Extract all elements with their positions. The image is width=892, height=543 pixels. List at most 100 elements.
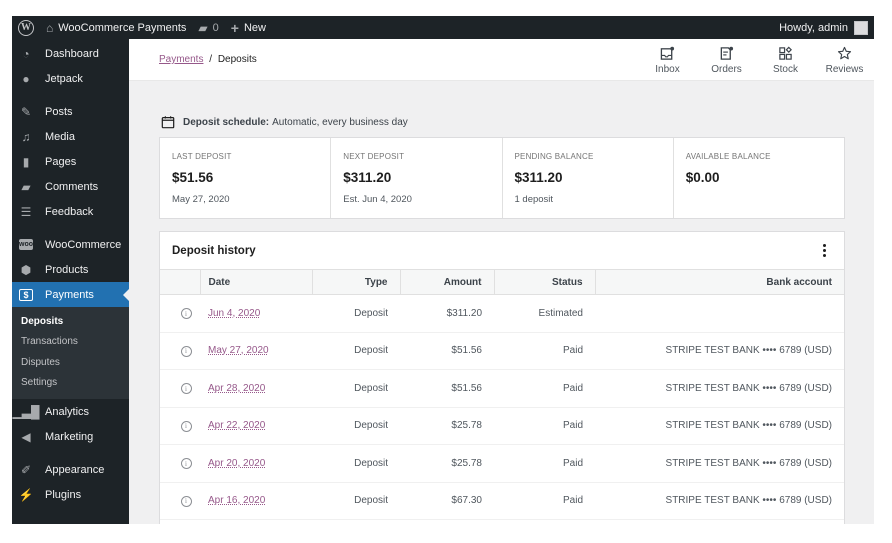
info-icon[interactable]: i [180, 420, 192, 432]
status-cell: Paid [494, 332, 595, 370]
deposit-date-link[interactable]: Apr 20, 2020 [208, 458, 265, 469]
comments-link[interactable]: ▰ 0 [192, 16, 224, 39]
bank-account-cell [595, 294, 844, 333]
woo-icon: woo [19, 239, 33, 250]
summary-value: $311.20 [343, 170, 392, 185]
sidebar-item-analytics[interactable]: ▁▃█ Analytics [12, 399, 129, 424]
kebab-dot [823, 244, 826, 247]
sidebar-item-comments[interactable]: ▰ Comments [12, 174, 129, 199]
deposit-history-title: Deposit history [172, 244, 256, 257]
deposit-date-link[interactable]: Apr 16, 2020 [208, 495, 265, 506]
sidebar-item-label: Analytics [45, 405, 90, 418]
dashboard-icon: ◔ [22, 46, 30, 61]
pages-icon: ▮ [22, 154, 30, 169]
type-cell: Deposit [312, 332, 400, 370]
column-header-info [160, 269, 201, 295]
activity-label: Inbox [655, 63, 680, 75]
column-header-amount[interactable]: Amount [400, 269, 495, 295]
activity-label: Reviews [825, 63, 864, 75]
summary-label: NEXT DEPOSIT [343, 152, 405, 161]
submenu-item-transactions[interactable]: Transactions [12, 332, 129, 353]
column-header-bank-account[interactable]: Bank account [595, 269, 844, 295]
summary-last-deposit: LAST DEPOSIT $51.56 May 27, 2020 [160, 138, 332, 218]
deposit-date-link[interactable]: May 27, 2020 [208, 345, 269, 356]
activity-inbox-button[interactable]: Inbox [638, 39, 697, 81]
summary-label: PENDING BALANCE [514, 152, 594, 161]
info-icon[interactable]: i [180, 345, 192, 357]
star-icon [837, 46, 852, 59]
amount-cell: $51.56 [400, 332, 494, 370]
activity-reviews-button[interactable]: Reviews [815, 39, 874, 81]
summary-value: $51.56 [172, 170, 214, 185]
new-content-button[interactable]: + New [225, 16, 272, 39]
summary-next-deposit: NEXT DEPOSIT $311.20 Est. Jun 4, 2020 [331, 138, 503, 218]
summary-subtext: May 27, 2020 [172, 194, 230, 205]
sidebar-item-label: Marketing [45, 430, 94, 443]
info-cell: i [160, 294, 200, 333]
sidebar-item-label: Pages [45, 155, 77, 168]
info-icon[interactable]: i [180, 383, 192, 394]
activity-orders-button[interactable]: Orders [697, 39, 756, 81]
table-row: i May 27, 2020 Deposit $51.56 Paid STRIPE TES… [160, 332, 844, 370]
sidebar-item-dashboard[interactable]: ◔ Dashboard [12, 41, 129, 66]
column-header-status[interactable]: Status [494, 269, 596, 295]
table-row: i Apr 22, 2020 Deposit $25.78 Paid STRIPE TES… [160, 407, 844, 445]
dollar-icon: $ [19, 288, 33, 301]
column-header-date[interactable]: Date [200, 269, 313, 295]
kebab-dot [823, 254, 826, 257]
sidebar-item-woocommerce[interactable]: woo WooCommerce [12, 232, 129, 257]
table-row: i Apr 28, 2020 Deposit $51.56 Paid STRIPE TES… [160, 369, 844, 408]
sidebar-item-plugins[interactable]: ⚡ Plugins [12, 482, 129, 507]
inbox-icon [660, 46, 675, 60]
info-icon[interactable]: i [180, 458, 192, 469]
table-row: i Jun 4, 2020 Deposit $311.20 Estimated [160, 294, 844, 333]
page-header: Payments / Deposits Inbox Orders Stock R… [129, 39, 874, 81]
info-icon[interactable]: i [180, 308, 192, 319]
sidebar-item-marketing[interactable]: ◀ Marketing [12, 424, 129, 449]
deposit-date-link[interactable]: Apr 28, 2020 [208, 383, 265, 394]
deposit-schedule: Deposit schedule: Automatic, every busin… [161, 115, 408, 129]
sidebar-item-label: Payments [45, 288, 94, 301]
orders-icon [720, 46, 734, 60]
more-options-button[interactable] [817, 242, 832, 259]
wp-logo-button[interactable]: W [12, 16, 40, 39]
submenu-item-settings[interactable]: Settings [12, 373, 129, 394]
sidebar-item-feedback[interactable]: ☰ Feedback [12, 199, 129, 224]
plug-icon: ⚡ [18, 487, 34, 502]
deposit-date-link[interactable]: Jun 4, 2020 [208, 308, 260, 319]
bank-account-cell: STRIPE TEST BANK •••• 6789 (USD) [595, 369, 844, 408]
status-cell: Paid [494, 444, 595, 483]
summary-subtext: Est. Jun 4, 2020 [343, 194, 412, 205]
date-cell: Apr 28, 2020 [200, 369, 312, 408]
deposit-history-body: i Jun 4, 2020 Deposit $311.20 Estimated i May … [160, 294, 844, 520]
table-header-row: Date Type Amount Status Bank account [160, 269, 844, 295]
sidebar-item-pages[interactable]: ▮ Pages [12, 149, 129, 174]
sidebar-item-posts[interactable]: ✎ Posts [12, 99, 129, 124]
site-name-link[interactable]: ⌂ WooCommerce Payments [40, 16, 192, 39]
sidebar-item-appearance[interactable]: ✐ Appearance [12, 457, 129, 482]
breadcrumb-payments-link[interactable]: Payments [159, 54, 203, 65]
submenu-item-disputes[interactable]: Disputes [12, 352, 129, 373]
deposit-date-link[interactable]: Apr 22, 2020 [208, 420, 265, 431]
activity-stock-button[interactable]: Stock [756, 39, 815, 81]
sidebar-item-payments[interactable]: $ Payments [12, 282, 129, 307]
my-account-menu[interactable]: Howdy, admin [779, 20, 874, 35]
summary-subtext: 1 deposit [514, 194, 554, 205]
sidebar-item-jetpack[interactable]: ● Jetpack [12, 66, 129, 91]
column-header-type[interactable]: Type [312, 269, 401, 295]
table-row: i Apr 20, 2020 Deposit $25.78 Paid STRIPE TES… [160, 444, 844, 483]
summary-available-balance: AVAILABLE BALANCE $0.00 [674, 138, 844, 218]
sidebar-item-products[interactable]: ⬢ Products [12, 257, 129, 282]
sidebar-item-label: Appearance [45, 463, 105, 476]
schedule-label: Deposit schedule: [183, 116, 270, 128]
info-icon[interactable]: i [180, 495, 192, 507]
amount-cell: $25.78 [400, 407, 494, 445]
sidebar-item-label: Plugins [45, 488, 82, 501]
submenu-item-deposits[interactable]: Deposits [12, 311, 129, 332]
sidebar-item-media[interactable]: ♫ Media [12, 124, 129, 149]
sidebar-item-label: Feedback [45, 205, 94, 218]
sidebar-item-label: Jetpack [45, 72, 83, 85]
bar-chart-icon: ▁▃█ [12, 404, 40, 419]
summary-label: LAST DEPOSIT [172, 152, 232, 161]
brush-icon: ✐ [20, 462, 32, 477]
